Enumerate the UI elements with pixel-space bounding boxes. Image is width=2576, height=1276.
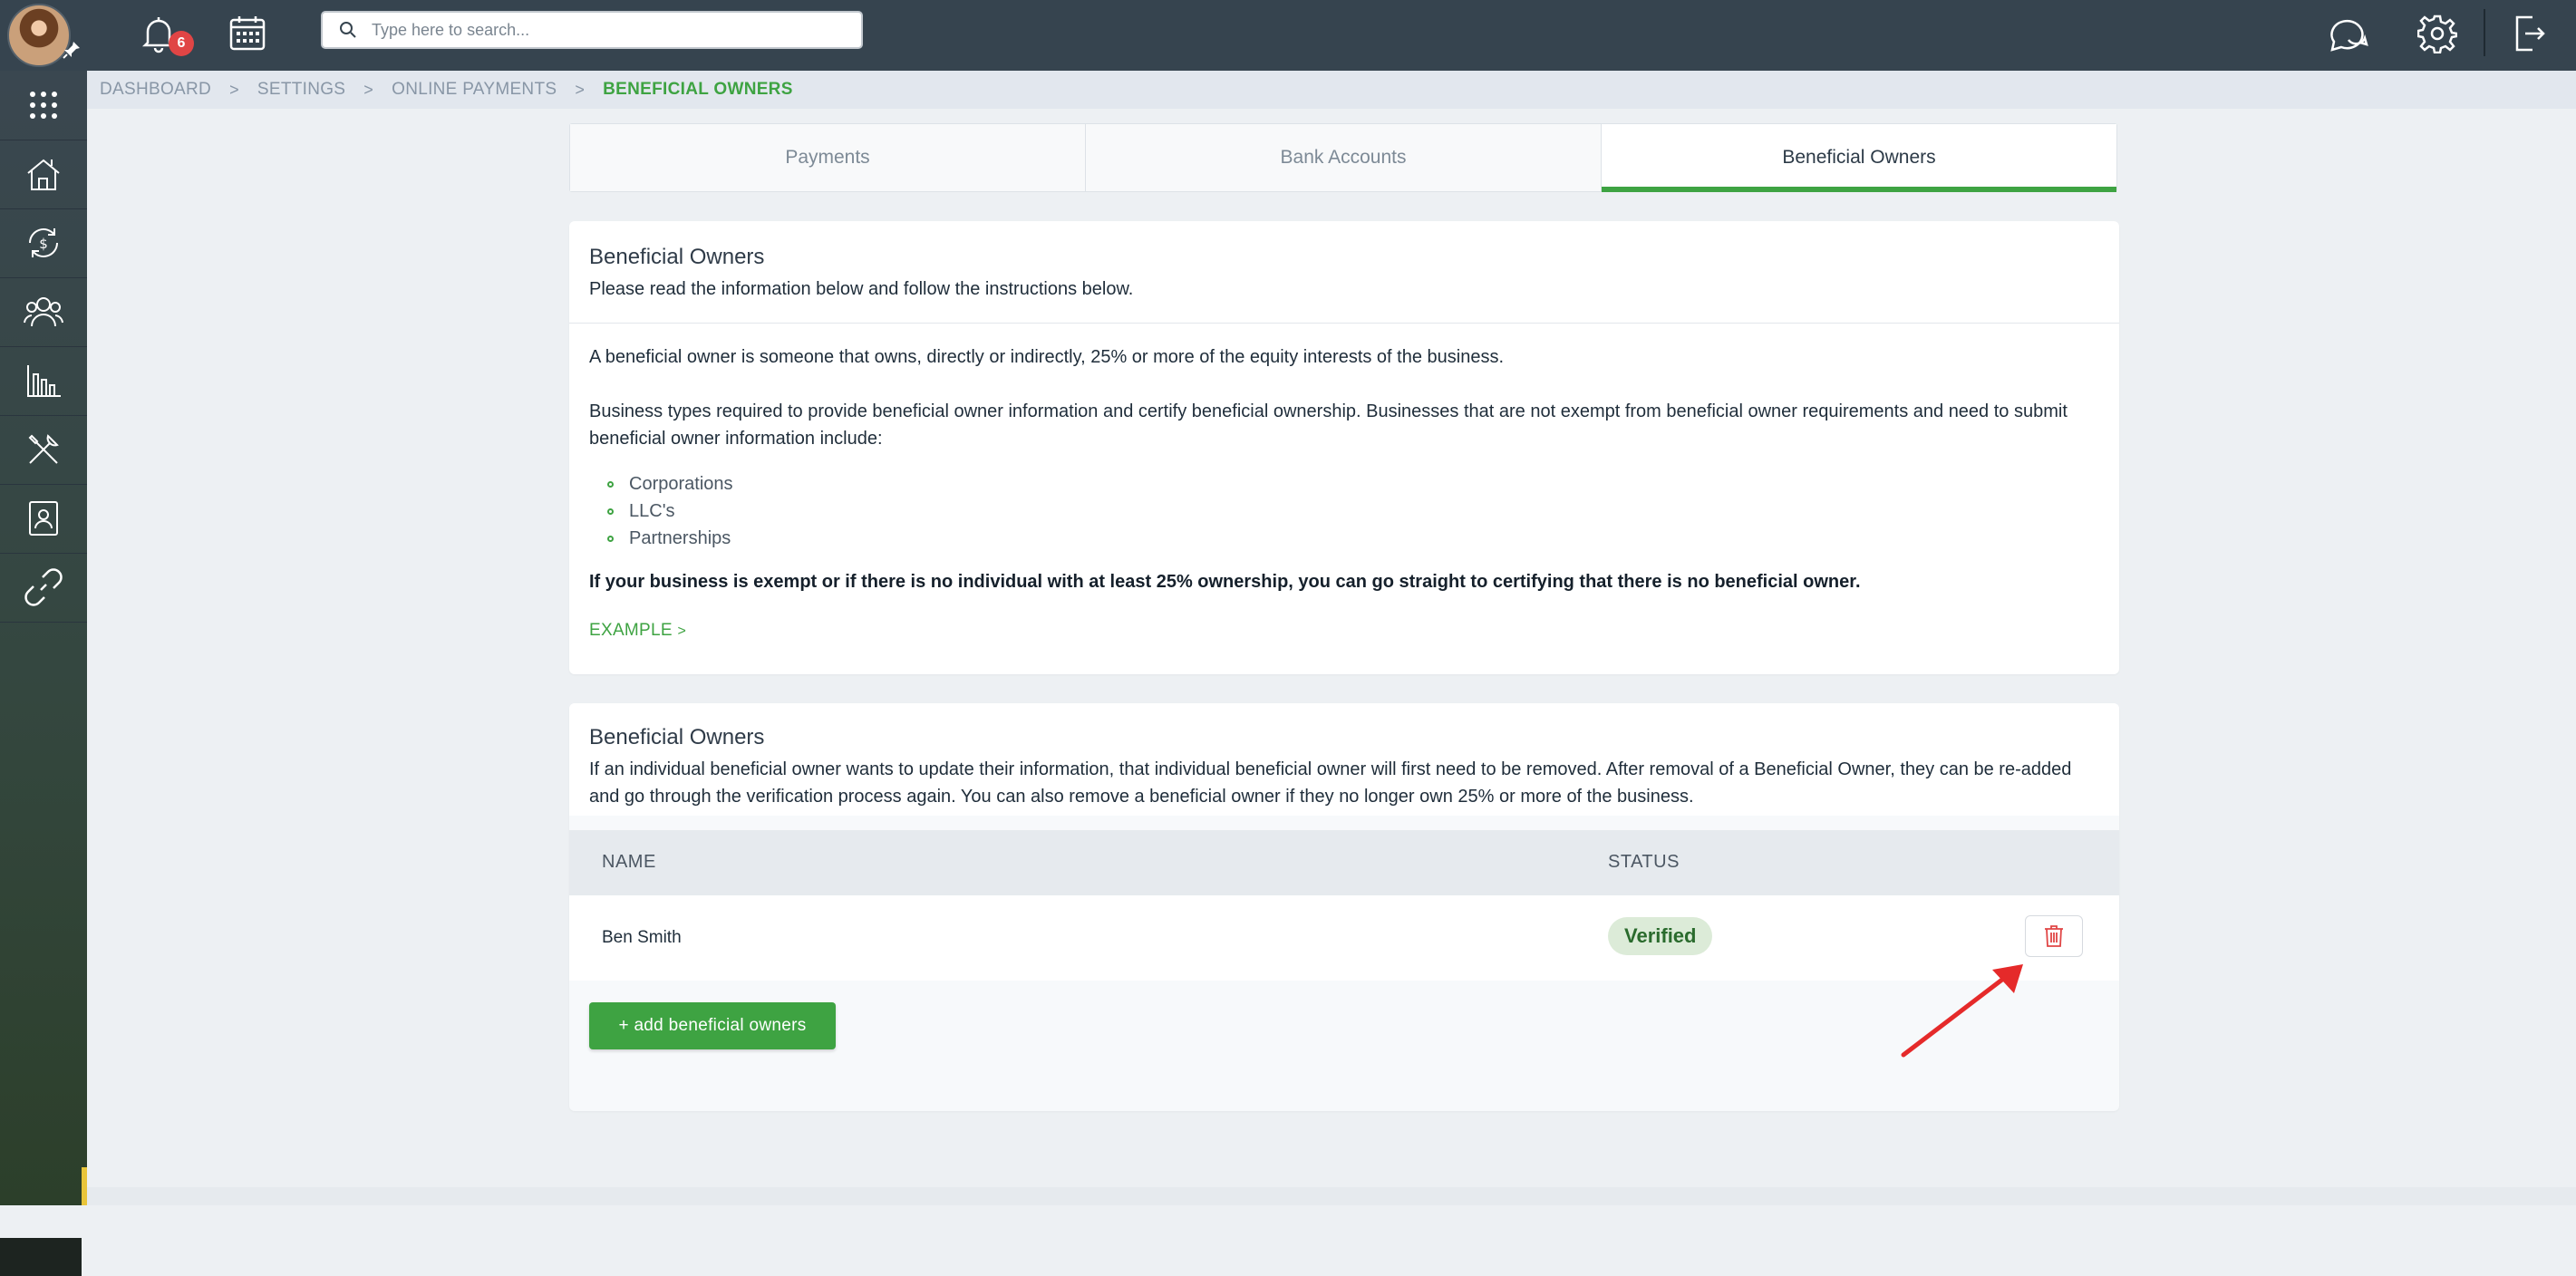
exemption-note: If your business is exempt or if there i… [589, 572, 1861, 592]
add-beneficial-owners-button[interactable]: + add beneficial owners [589, 1002, 836, 1049]
requirements-text: Business types required to provide benef… [589, 401, 2068, 449]
breadcrumb-separator: > [363, 80, 374, 99]
tab-bank-accounts[interactable]: Bank Accounts [1086, 124, 1602, 191]
example-link-label: EXAMPLE [589, 621, 673, 640]
annotation-arrow-icon [1901, 964, 2023, 1058]
owners-card-title: Beneficial Owners [589, 725, 765, 749]
chevron-right-icon: > [677, 624, 687, 639]
calendar-icon[interactable] [223, 9, 272, 58]
breadcrumb-dashboard[interactable]: DASHBOARD [100, 80, 211, 100]
search-icon [340, 22, 356, 38]
list-item: Corporations [607, 470, 2099, 498]
tab-payments[interactable]: Payments [570, 124, 1086, 191]
info-card: Beneficial Owners Please read the inform… [569, 221, 2119, 674]
status-badge: Verified [1608, 917, 1713, 955]
footer-strip [87, 1187, 2576, 1205]
list-item: Partnerships [607, 525, 2099, 552]
column-header-name: NAME [602, 852, 656, 872]
breadcrumb-beneficial-owners: BENEFICIAL OWNERS [603, 80, 793, 99]
apps-grid-icon[interactable] [0, 71, 87, 140]
example-link[interactable]: EXAMPLE > [589, 617, 686, 645]
business-types-list: Corporations LLC's Partnerships [589, 470, 2099, 552]
breadcrumb-separator: > [229, 80, 239, 99]
owners-card: Beneficial Owners If an individual benef… [569, 703, 2119, 1111]
owner-name: Ben Smith [602, 928, 682, 947]
tab-beneficial-owners[interactable]: Beneficial Owners [1602, 124, 2116, 192]
owners-card-description: If an individual beneficial owner wants … [589, 759, 2072, 807]
trash-icon [2045, 925, 2063, 947]
svg-text:$: $ [39, 236, 48, 252]
sidebar: $ [0, 71, 87, 1276]
info-card-subtitle: Please read the information below and fo… [589, 279, 1134, 299]
table-row: Ben Smith Verified [569, 895, 2119, 981]
tab-bar: Payments Bank Accounts Beneficial Owners [569, 123, 2117, 192]
people-icon[interactable] [0, 277, 87, 347]
breadcrumb-settings[interactable]: SETTINGS [257, 80, 345, 100]
column-header-status: STATUS [1608, 852, 1680, 872]
home-icon[interactable] [0, 140, 87, 209]
search-bar [321, 11, 863, 49]
reports-chart-icon[interactable] [0, 346, 87, 416]
list-item: LLC's [607, 498, 2099, 525]
logout-icon[interactable] [2505, 9, 2554, 58]
top-bar: 6 [0, 0, 2576, 71]
info-card-title: Beneficial Owners [589, 245, 765, 269]
breadcrumb: DASHBOARD > SETTINGS > ONLINE PAYMENTS >… [87, 71, 2576, 109]
owners-table-header: NAME STATUS [569, 830, 2119, 895]
delete-owner-button[interactable] [2025, 915, 2083, 957]
link-icon[interactable] [0, 553, 87, 623]
chat-icon[interactable] [2324, 9, 2373, 58]
gear-icon[interactable] [2413, 9, 2462, 58]
pin-icon [63, 42, 80, 59]
contacts-card-icon[interactable] [0, 484, 87, 554]
sidebar-footer [0, 1238, 82, 1276]
definition-text: A beneficial owner is someone that owns,… [589, 347, 1505, 367]
topbar-divider [2484, 9, 2485, 56]
tools-icon[interactable] [0, 415, 87, 485]
notification-badge: 6 [169, 31, 194, 56]
breadcrumb-separator: > [575, 80, 586, 99]
payments-cycle-icon[interactable]: $ [0, 208, 87, 278]
search-input[interactable] [370, 19, 827, 41]
breadcrumb-online-payments[interactable]: ONLINE PAYMENTS [392, 80, 557, 100]
